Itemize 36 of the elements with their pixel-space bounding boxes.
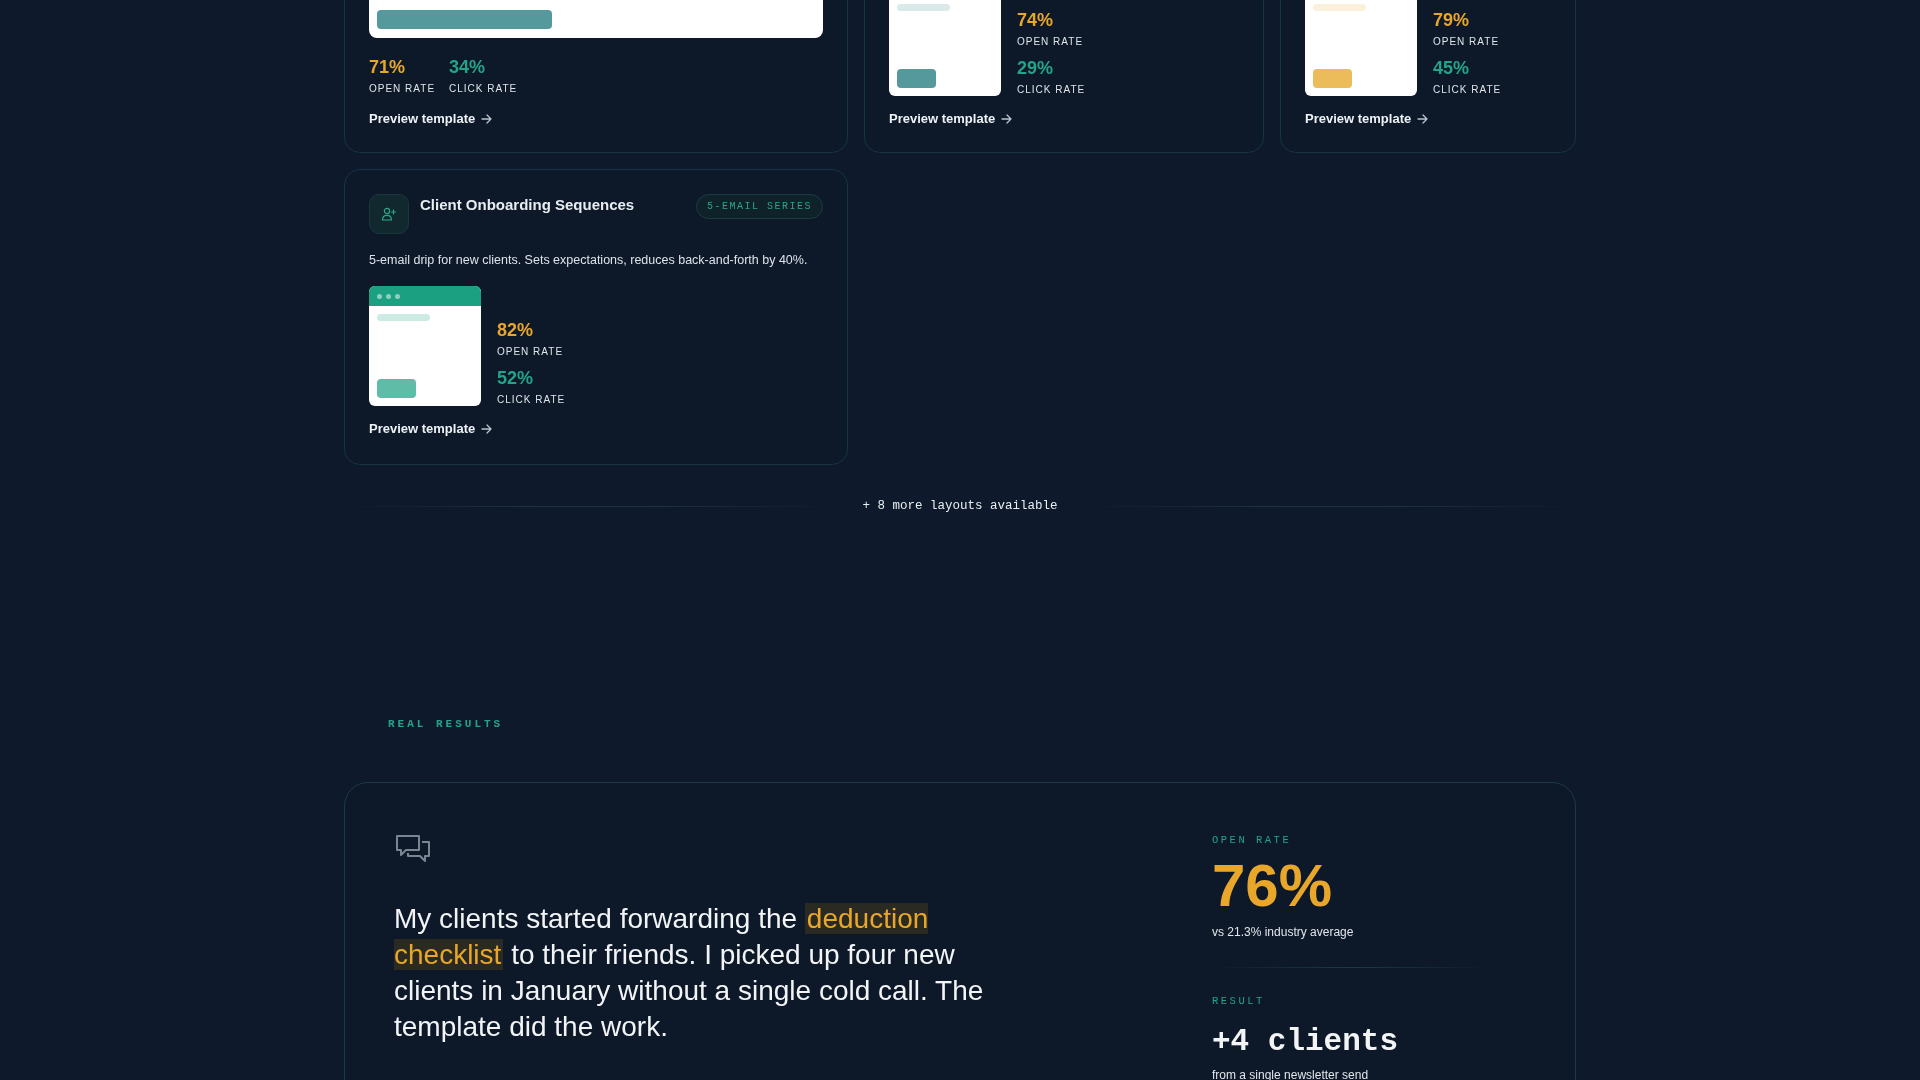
more-layouts-text: + 8 more layouts available xyxy=(862,498,1058,515)
stat-label: CLICK RATE xyxy=(449,82,518,96)
stat-label: OPEN RATE xyxy=(1433,35,1501,49)
stat-value: 74% xyxy=(1017,9,1055,31)
stat-value: 82% xyxy=(497,319,535,341)
series-tag: 5-EMAIL SERIES xyxy=(696,194,823,219)
preview-template-link[interactable]: Preview template xyxy=(1305,110,1429,128)
preview-template-link[interactable]: Preview template xyxy=(369,420,493,438)
arrow-icon xyxy=(481,424,493,434)
arrow-icon xyxy=(481,114,493,124)
stat-value: 34% xyxy=(449,56,487,78)
card-description: 5-email drip for new clients. Sets expectations, reduces back-and-forth by 40%. xyxy=(369,252,809,269)
stat-value: 79% xyxy=(1433,9,1471,31)
stat-value: 52% xyxy=(497,367,535,389)
stat-label: OPEN RATE xyxy=(1017,35,1085,49)
metric-label: RESULT xyxy=(1212,994,1266,1009)
metric-value: +4 clients xyxy=(1212,1022,1400,1061)
stat-value: 45% xyxy=(1433,57,1471,79)
metric-note: vs 21.3% industry average xyxy=(1212,924,1355,941)
section-label: REAL RESULTS xyxy=(388,716,505,732)
preview-template-link[interactable]: Preview template xyxy=(889,110,1013,128)
metric-label: OPEN RATE xyxy=(1212,833,1293,849)
arrow-icon xyxy=(1417,114,1429,124)
stat-label: OPEN RATE xyxy=(497,345,565,359)
preview-template-link[interactable]: Preview template xyxy=(369,110,493,128)
stat-value: 29% xyxy=(1017,57,1055,79)
stat-label: CLICK RATE xyxy=(1017,83,1086,97)
stat-value: 71% xyxy=(369,56,407,78)
user-plus-icon xyxy=(369,194,409,234)
metric-value: 76% xyxy=(1212,853,1334,919)
card-title: Client Onboarding Sequences xyxy=(420,196,636,214)
stat-label: CLICK RATE xyxy=(1433,83,1502,97)
stat-label: OPEN RATE xyxy=(369,82,436,96)
arrow-icon xyxy=(1001,114,1013,124)
stat-label: CLICK RATE xyxy=(497,393,566,407)
testimonial-quote: My clients started forwarding the deduction checklist to their friends. I picked up four new clients in January without a single cold call. The template did the work. xyxy=(394,902,985,1045)
